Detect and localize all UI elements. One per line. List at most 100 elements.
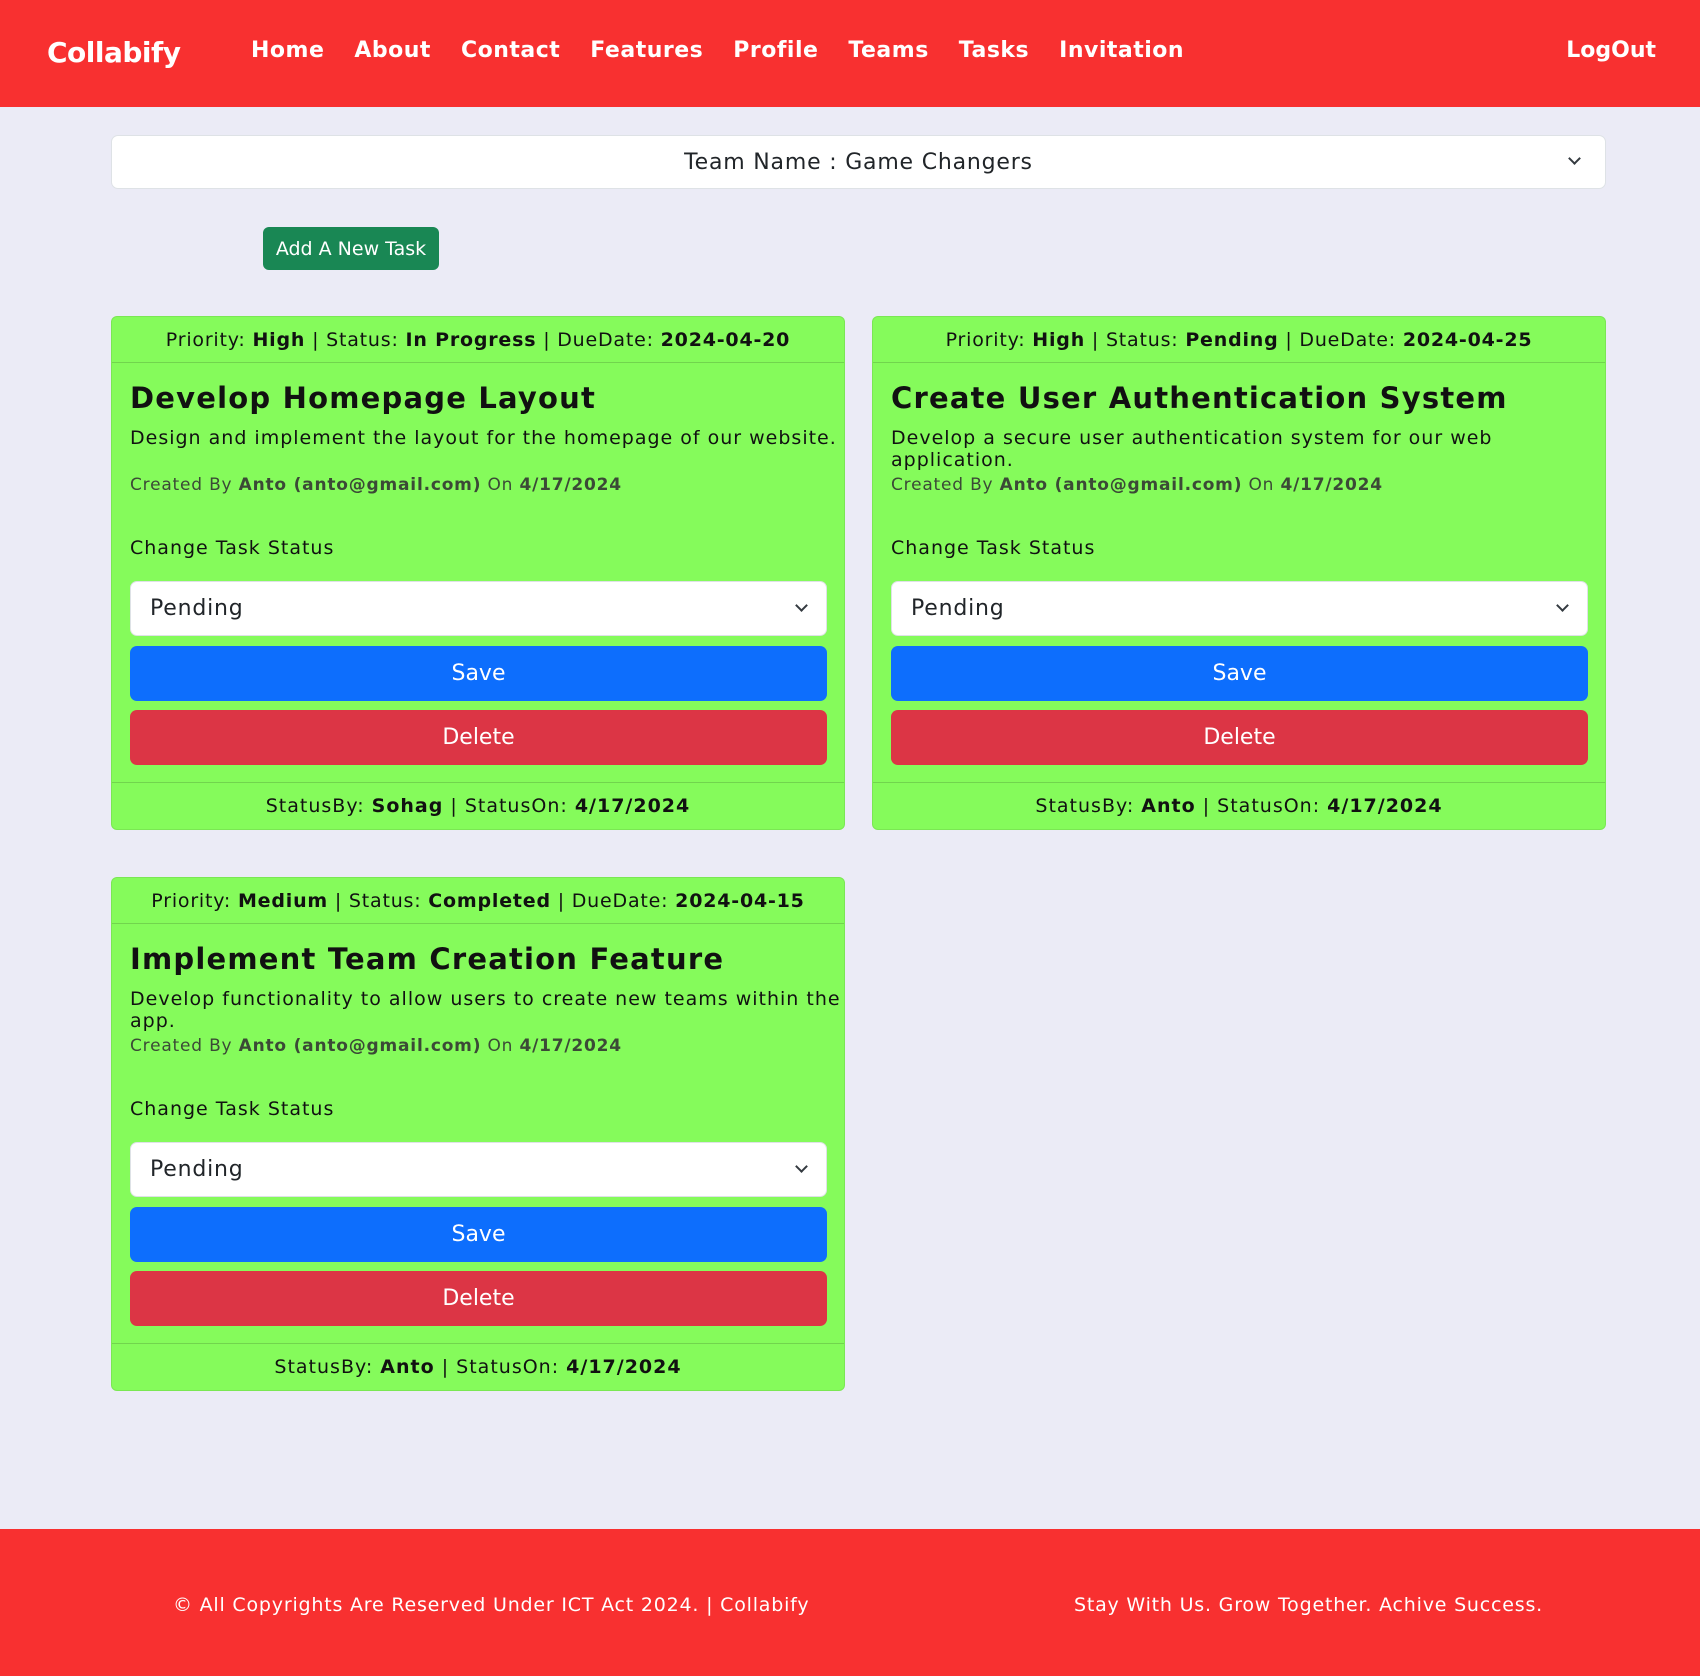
separator: | [1091,328,1100,351]
separator: | [543,328,551,351]
separator: | [441,1356,450,1378]
nav-link-tasks[interactable]: Tasks [959,38,1029,63]
nav-link-teams[interactable]: Teams [848,38,928,63]
nav-link-home[interactable]: Home [251,38,324,63]
created-by-label: Created By [130,475,233,495]
task-created-info: Created By Anto (anto@gmail.com) On 4/17… [891,475,1383,495]
due-label: DueDate: [571,889,669,912]
created-on-label: On [487,475,514,495]
card-footer: StatusBy: Anto | StatusOn: 4/17/2024 [873,782,1605,829]
footer: © All Copyrights Are Reserved Under ICT … [0,1529,1700,1676]
card-footer: StatusBy: Sohag | StatusOn: 4/17/2024 [112,782,844,829]
due-value: 2024-04-20 [660,328,791,351]
status-on-label: StatusOn: [464,795,568,817]
status-on-label: StatusOn: [1217,795,1321,817]
team-select-value: Team Name : Game Changers [684,149,1033,175]
status-by-value: Anto [380,1356,435,1378]
separator: | [312,328,320,351]
change-status-label: Change Task Status [130,537,335,559]
chevron-down-icon [1568,152,1581,165]
status-by-label: StatusBy: [274,1356,374,1378]
task-title: Create User Authentication System [891,381,1508,415]
delete-button[interactable]: Delete [130,1271,827,1326]
task-created-info: Created By Anto (anto@gmail.com) On 4/17… [130,475,622,495]
separator: | [557,889,565,912]
task-status-select[interactable]: Pending [130,581,827,636]
save-button[interactable]: Save [130,1207,827,1262]
priority-value: High [252,328,306,351]
nav-links: Home About Contact Features Profile Team… [251,38,1214,63]
change-status-label: Change Task Status [891,537,1096,559]
card-header: Priority: High | Status: Pending | DueDa… [873,317,1605,363]
navbar: Collabify Home About Contact Features Pr… [0,0,1700,107]
save-button[interactable]: Save [130,646,827,701]
creator: Anto (anto@gmail.com) [999,475,1243,495]
delete-button[interactable]: Delete [130,710,827,765]
task-status-select[interactable]: Pending [130,1142,827,1197]
nav-link-invitation[interactable]: Invitation [1059,38,1184,63]
brand-logo[interactable]: Collabify [47,36,181,69]
status-label: Status: [326,328,399,351]
status-on-value: 4/17/2024 [1327,795,1443,817]
due-value: 2024-04-15 [675,889,805,912]
separator: | [1285,328,1293,351]
created-by-label: Created By [130,1036,233,1056]
nav-link-contact[interactable]: Contact [461,38,560,63]
priority-label: Priority: [165,328,246,351]
priority-value: Medium [237,889,328,912]
nav-link-features[interactable]: Features [590,38,703,63]
created-by-label: Created By [891,475,994,495]
add-task-button[interactable]: Add A New Task [263,227,439,270]
status-value: In Progress [405,328,537,351]
status-by-value: Sohag [371,795,444,817]
team-select[interactable]: Team Name : Game Changers [111,135,1606,189]
chevron-down-icon [1556,599,1569,612]
created-on: 4/17/2024 [519,475,622,495]
task-title: Develop Homepage Layout [130,381,597,415]
task-status-select-value: Pending [150,1157,244,1182]
status-by-value: Anto [1141,795,1196,817]
due-label: DueDate: [1299,328,1396,351]
status-on-value: 4/17/2024 [566,1356,682,1378]
chevron-down-icon [795,1160,808,1173]
task-card: Priority: High | Status: Pending | DueDa… [872,316,1606,830]
separator: | [450,795,458,817]
nav-link-profile[interactable]: Profile [733,38,818,63]
priority-label: Priority: [945,328,1026,351]
status-value: Completed [428,889,551,912]
task-status-select-value: Pending [150,596,244,621]
due-value: 2024-04-25 [1402,328,1533,351]
status-value: Pending [1185,328,1279,351]
delete-button[interactable]: Delete [891,710,1588,765]
chevron-down-icon [795,599,808,612]
creator: Anto (anto@gmail.com) [238,475,482,495]
nav-link-about[interactable]: About [354,38,431,63]
priority-label: Priority: [151,889,232,912]
task-card: Priority: Medium | Status: Completed | D… [111,877,845,1391]
status-by-label: StatusBy: [1035,795,1135,817]
logout-link[interactable]: LogOut [1566,38,1656,63]
created-on-label: On [1248,475,1275,495]
task-title: Implement Team Creation Feature [130,942,725,976]
created-on: 4/17/2024 [1280,475,1383,495]
status-by-label: StatusBy: [265,795,365,817]
status-on-value: 4/17/2024 [574,795,691,817]
created-on-label: On [487,1036,514,1056]
creator: Anto (anto@gmail.com) [238,1036,482,1056]
task-status-select[interactable]: Pending [891,581,1588,636]
priority-value: High [1032,328,1086,351]
save-button[interactable]: Save [891,646,1588,701]
task-description: Design and implement the layout for the … [130,427,837,449]
card-header: Priority: Medium | Status: Completed | D… [112,878,844,924]
due-label: DueDate: [557,328,654,351]
separator: | [1202,795,1211,817]
task-card: Priority: High | Status: In Progress | D… [111,316,845,830]
created-on: 4/17/2024 [519,1036,622,1056]
footer-tagline: Stay With Us. Grow Together. Achive Succ… [1073,1594,1543,1616]
task-created-info: Created By Anto (anto@gmail.com) On 4/17… [130,1036,622,1056]
task-status-select-value: Pending [911,596,1005,621]
footer-copyright: © All Copyrights Are Reserved Under ICT … [173,1594,810,1616]
status-label: Status: [1105,328,1179,351]
status-label: Status: [348,889,422,912]
status-on-label: StatusOn: [456,1356,560,1378]
